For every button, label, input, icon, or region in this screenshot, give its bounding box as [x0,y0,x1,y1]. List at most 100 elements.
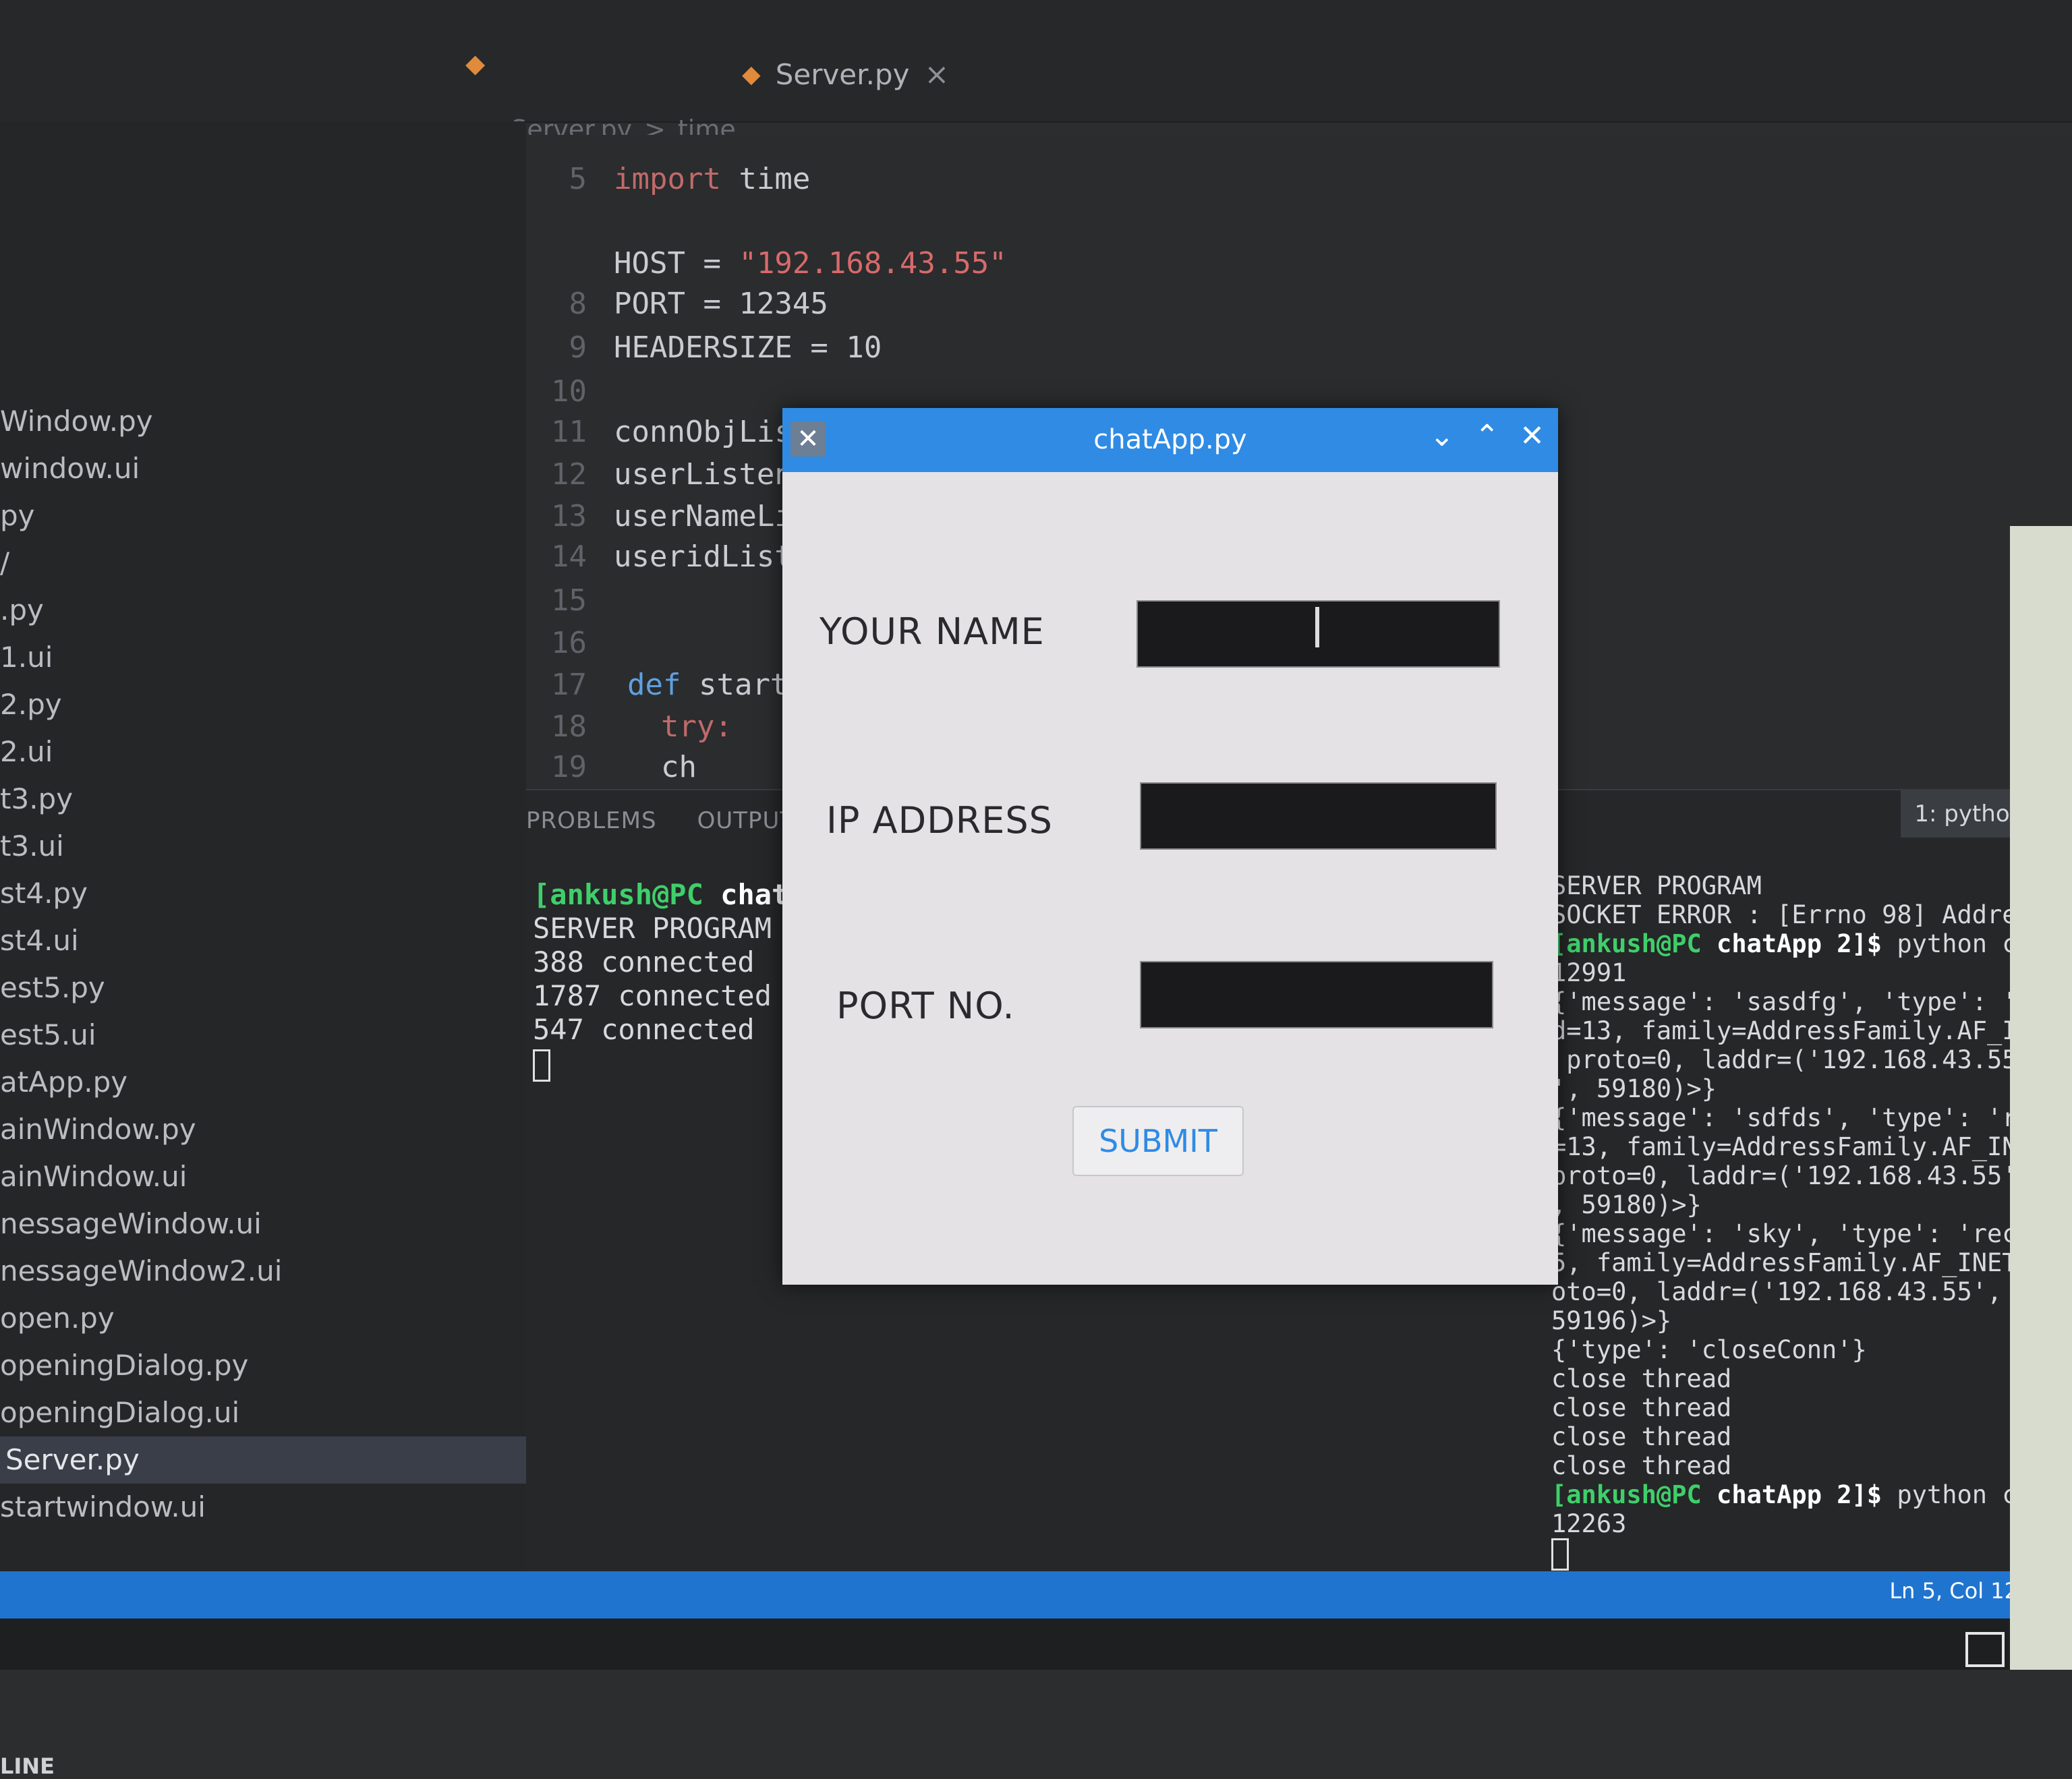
sidebar-file-item[interactable]: 2.ui [0,728,526,776]
terminal-line: SERVER PROGRAM [1551,871,1762,900]
status-bar: Ln 5, Col 12 [0,1571,2072,1618]
sidebar-file-item[interactable]: 1.ui [0,634,526,681]
terminal-line: SERVER PROGRAM [533,912,772,945]
code-text: userListen [614,457,793,492]
line-number: 5 [569,162,587,196]
tab-label: Server.py [775,57,910,91]
sidebar-file-item[interactable]: ainWindow.ui [0,1153,526,1200]
terminal-line: {'message': 'sasdfg', 'type': 're [1551,987,2048,1016]
panel-tabs: PROBLEMS OUTPUT [526,807,795,834]
terminal-right[interactable]: SERVER PROGRAM SOCKET ERROR : [Errno 98] … [1551,871,2064,1571]
terminal-line: 388 connected [533,945,755,979]
terminal-prompt: [ankush@PC chatApp 2]$ python chatApp [1551,1480,2064,1509]
tab-output[interactable]: OUTPUT [697,807,795,834]
dialog-titlebar[interactable]: ✕ chatApp.py ⌄ ⌃ ✕ [782,408,1558,472]
sidebar-file-item[interactable]: / [0,539,526,587]
ip-label: IP ADDRESS [826,799,1053,842]
line-number: 15 [551,583,587,618]
sidebar-file-item[interactable]: st4.py [0,870,526,917]
terminal-line: proto=0, laddr=('192.168.43.55', 1 [1551,1161,2063,1190]
sidebar-file-item[interactable]: atApp.py [0,1059,526,1106]
window-controls: ⌄ ⌃ ✕ [1429,419,1545,453]
code-text: PORT = 12345 [614,287,828,321]
line-number: 10 [551,374,587,409]
sidebar-file-item[interactable]: nessageWindow.ui [0,1200,526,1248]
sidebar-file-item[interactable]: 2.py [0,681,526,728]
sidebar-file-item[interactable]: open.py [0,1295,526,1342]
terminal-left[interactable]: [ankush@PC chatA SERVER PROGRAM 388 conn… [533,878,806,1082]
terminal-line: close thread [1551,1364,1732,1393]
tab-server-py[interactable]: ◆ Server.py × [742,47,949,101]
python-file-icon: ◆ [742,60,761,88]
submit-button[interactable]: SUBMIT [1072,1106,1244,1176]
sidebar-file-item[interactable]: openingDialog.py [0,1342,526,1389]
sidebar-file-item[interactable]: Window.py [0,398,526,445]
terminal-line: d=13, family=AddressFamily.AF_INET [1551,1016,2063,1045]
code-text: useridList [614,539,793,574]
name-label: YOUR NAME [819,610,1045,653]
terminal-line: close thread [1551,1393,1732,1422]
sidebar-file-item[interactable]: startwindow.ui [0,1484,526,1531]
code-text: try: [661,709,732,744]
terminal-line: SOCKET ERROR : [Errno 98] Address [1551,900,2048,929]
port-input[interactable] [1140,961,1493,1028]
line-number: 16 [551,626,587,660]
cursor-position[interactable]: Ln 5, Col 12 [1889,1578,2018,1604]
port-label: PORT NO. [836,985,1015,1027]
taskbar [0,1618,2072,1670]
terminal-cursor [1551,1538,1569,1571]
terminal-line: proto=0, laddr=('192.168.43.55', [1551,1045,2048,1074]
terminal-line: 547 connected [533,1013,755,1046]
terminal-line: 1787 connected [533,979,772,1012]
sidebar-file-item[interactable]: est5.ui [0,1012,526,1059]
ip-input[interactable] [1140,782,1497,850]
minimize-icon[interactable]: ⌄ [1429,419,1454,453]
code-text: userNameLi [614,499,793,533]
show-desktop-icon[interactable] [1965,1632,2005,1667]
line-number: 17 [551,668,587,702]
line-number: 19 [551,750,587,784]
file-explorer: Window.py window.ui py / .py 1.ui 2.py 2.ui t3.p… [0,121,526,1779]
sidebar-file-item[interactable]: t3.py [0,776,526,823]
terminal-cursor [533,1049,550,1082]
tab-problems[interactable]: PROBLEMS [526,807,657,834]
terminal-line: , 59180)>} [1551,1190,1702,1219]
terminal-line: {'message': 'sky', 'type': 'recieve [1551,1219,2064,1248]
sidebar-file-item[interactable]: est5.py [0,964,526,1012]
sidebar-file-item[interactable]: ainWindow.py [0,1106,526,1153]
line-number: 18 [551,709,587,744]
terminal-line: close thread [1551,1422,1732,1451]
line-number: 9 [569,330,587,365]
terminal-prompt: [ankush@PC chatA [533,878,806,911]
sidebar-file-item[interactable]: st4.ui [0,917,526,964]
outline-section-label[interactable]: LINE [0,1753,55,1779]
terminal-line: close thread [1551,1451,1732,1480]
sidebar-file-item[interactable]: t3.ui [0,823,526,870]
terminal-line: =13, family=AddressFamily.AF_INET, [1551,1132,2063,1161]
code-text: import time [614,162,811,196]
terminal-line: {'message': 'sdfds', 'type': 'reci [1551,1103,2063,1132]
terminal-line: 12991 [1551,958,1627,987]
python-file-icon: ◆ [465,49,486,78]
line-number: 14 [551,539,587,574]
code-text: connObjLis [614,415,793,449]
terminal-line: 59196)>} [1551,1306,1672,1335]
terminal-prompt: [ankush@PC chatApp 2]$ python cha [1551,929,2048,958]
code-text: def startC [627,668,806,702]
sidebar-file-item[interactable]: Server.py [0,1436,526,1484]
code-text: HOST = "192.168.43.55" [614,246,1007,281]
sidebar-file-item[interactable]: py [0,492,526,539]
close-icon[interactable]: ✕ [1520,419,1545,453]
text-cursor-icon [1315,607,1319,647]
code-text: HEADERSIZE = 10 [614,330,882,365]
line-number: 12 [551,457,587,492]
maximize-icon[interactable]: ⌃ [1474,419,1499,453]
sidebar-file-item[interactable]: window.ui [0,445,526,492]
sidebar-file-item[interactable]: nessageWindow2.ui [0,1248,526,1295]
sidebar-file-item[interactable]: openingDialog.ui [0,1389,526,1436]
terminal-line: 5, family=AddressFamily.AF_INET, ty [1551,1248,2064,1277]
sidebar-file-item[interactable]: .py [0,587,526,634]
line-number: 11 [551,415,587,449]
close-tab-icon[interactable]: × [924,57,949,92]
line-number: 8 [569,287,587,321]
